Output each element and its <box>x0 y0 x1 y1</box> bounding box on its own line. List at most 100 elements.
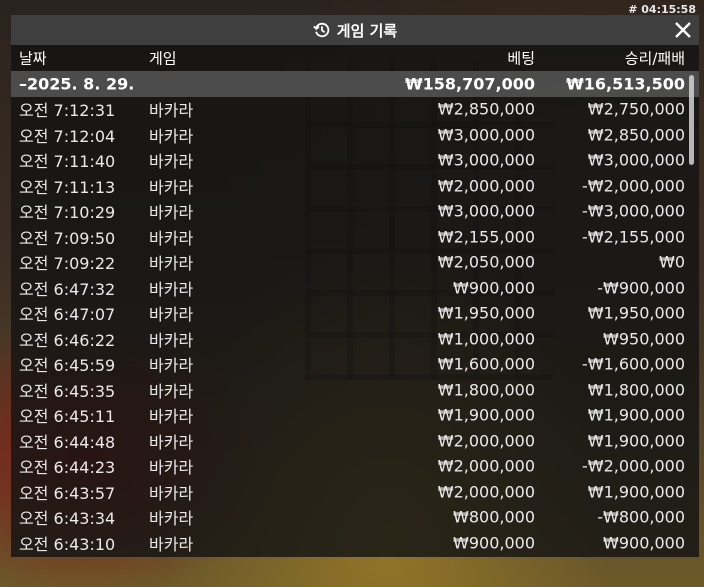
row-result: ₩900,000 <box>603 533 685 553</box>
row-bet: ₩1,000,000 <box>437 329 535 349</box>
row-bet: ₩1,600,000 <box>437 354 535 374</box>
table-row[interactable]: 오전 7:11:40 바카라 ₩3,000,000 ₩3,000,000 <box>11 148 699 174</box>
history-icon <box>313 22 330 38</box>
row-bet: ₩2,000,000 <box>437 431 535 451</box>
date-summary-row[interactable]: –2025. 8. 29. ₩158,707,000 ₩16,513,500 <box>11 71 699 97</box>
row-game: 바카라 <box>149 381 194 401</box>
row-game: 바카라 <box>149 101 194 121</box>
table-row[interactable]: 오전 6:45:11 바카라 ₩1,900,000 ₩1,900,000 <box>11 403 699 429</box>
row-result: -₩800,000 <box>597 507 685 527</box>
row-bet: ₩900,000 <box>453 278 535 298</box>
row-bet: ₩1,900,000 <box>437 405 535 425</box>
row-time: 오전 6:43:10 <box>19 534 116 554</box>
table-row[interactable]: 오전 6:45:59 바카라 ₩1,600,000 -₩1,600,000 <box>11 352 699 378</box>
table-row[interactable]: 오전 7:09:50 바카라 ₩2,155,000 -₩2,155,000 <box>11 224 699 250</box>
scrollbar-thumb[interactable] <box>689 75 694 165</box>
row-bet: ₩3,000,000 <box>437 201 535 221</box>
close-icon[interactable] <box>671 18 695 42</box>
row-game: 바카라 <box>149 177 194 197</box>
row-result: ₩1,950,000 <box>587 303 685 323</box>
row-bet: ₩2,050,000 <box>437 252 535 272</box>
row-time: 오전 6:44:23 <box>19 458 116 478</box>
row-result: ₩1,800,000 <box>587 380 685 400</box>
row-game: 바카라 <box>149 356 194 376</box>
row-game: 바카라 <box>149 458 194 478</box>
table-row[interactable]: 오전 6:47:32 바카라 ₩900,000 -₩900,000 <box>11 275 699 301</box>
column-header-result: 승리/패배 <box>624 49 685 68</box>
row-time: 오전 6:47:07 <box>19 305 116 325</box>
row-game: 바카라 <box>149 203 194 223</box>
row-result: ₩3,000,000 <box>587 150 685 170</box>
row-game: 바카라 <box>149 279 194 299</box>
table-row[interactable]: 오전 6:47:07 바카라 ₩1,950,000 ₩1,950,000 <box>11 301 699 327</box>
panel-titlebar: 게임 기록 <box>11 15 699 45</box>
row-result: ₩1,900,000 <box>587 482 685 502</box>
row-game: 바카라 <box>149 330 194 350</box>
row-result: ₩1,900,000 <box>587 405 685 425</box>
row-bet: ₩2,000,000 <box>437 482 535 502</box>
summary-date: –2025. 8. 29. <box>19 74 135 94</box>
table-row[interactable]: 오전 7:11:13 바카라 ₩2,000,000 -₩2,000,000 <box>11 173 699 199</box>
row-time: 오전 7:10:29 <box>19 203 116 223</box>
row-bet: ₩900,000 <box>453 533 535 553</box>
row-time: 오전 6:45:59 <box>19 356 116 376</box>
row-result: -₩2,155,000 <box>581 227 685 247</box>
row-game: 바카라 <box>149 509 194 529</box>
table-row[interactable]: 오전 6:45:35 바카라 ₩1,800,000 ₩1,800,000 <box>11 377 699 403</box>
row-game: 바카라 <box>149 152 194 172</box>
panel-title: 게임 기록 <box>336 21 398 40</box>
row-time: 오전 7:12:04 <box>19 126 116 146</box>
row-game: 바카라 <box>149 228 194 248</box>
row-time: 오전 6:44:48 <box>19 432 116 452</box>
row-time: 오전 6:43:57 <box>19 483 116 503</box>
row-bet: ₩2,000,000 <box>437 176 535 196</box>
column-header-bet: 베팅 <box>507 49 535 68</box>
row-bet: ₩1,800,000 <box>437 380 535 400</box>
table-row[interactable]: 오전 6:44:48 바카라 ₩2,000,000 ₩1,900,000 <box>11 428 699 454</box>
table-row[interactable]: 오전 7:09:22 바카라 ₩2,050,000 ₩0 <box>11 250 699 276</box>
row-game: 바카라 <box>149 407 194 427</box>
row-bet: ₩800,000 <box>453 507 535 527</box>
row-time: 오전 7:12:31 <box>19 101 116 121</box>
row-game: 바카라 <box>149 534 194 554</box>
table-row[interactable]: 오전 7:10:29 바카라 ₩3,000,000 -₩3,000,000 <box>11 199 699 225</box>
row-result: ₩2,850,000 <box>587 125 685 145</box>
row-time: 오전 6:45:11 <box>19 407 116 427</box>
row-time: 오전 6:45:35 <box>19 381 116 401</box>
row-result: ₩1,900,000 <box>587 431 685 451</box>
table-row[interactable]: 오전 6:43:57 바카라 ₩2,000,000 ₩1,900,000 <box>11 479 699 505</box>
row-game: 바카라 <box>149 483 194 503</box>
column-header-game: 게임 <box>149 49 177 68</box>
row-result: -₩900,000 <box>597 278 685 298</box>
row-game: 바카라 <box>149 305 194 325</box>
row-time: 오전 6:47:32 <box>19 279 116 299</box>
table-row[interactable]: 오전 6:46:22 바카라 ₩1,000,000 ₩950,000 <box>11 326 699 352</box>
game-history-panel: 게임 기록 날짜 게임 베팅 승리/패배 –2025. 8. 29. ₩158,… <box>11 15 699 557</box>
row-game: 바카라 <box>149 126 194 146</box>
table-row[interactable]: 오전 7:12:04 바카라 ₩3,000,000 ₩2,850,000 <box>11 122 699 148</box>
table-header: 날짜 게임 베팅 승리/패배 <box>11 45 699 71</box>
column-header-date: 날짜 <box>19 49 47 68</box>
row-bet: ₩2,000,000 <box>437 456 535 476</box>
row-result: -₩3,000,000 <box>581 201 685 221</box>
row-time: 오전 7:11:13 <box>19 177 116 197</box>
row-result: -₩2,000,000 <box>581 176 685 196</box>
table-row[interactable]: 오전 7:12:31 바카라 ₩2,850,000 ₩2,750,000 <box>11 97 699 123</box>
row-bet: ₩3,000,000 <box>437 150 535 170</box>
row-game: 바카라 <box>149 432 194 452</box>
row-result: -₩1,600,000 <box>581 354 685 374</box>
row-time: 오전 6:43:34 <box>19 509 116 529</box>
row-result: ₩2,750,000 <box>587 99 685 119</box>
row-result: -₩2,000,000 <box>581 456 685 476</box>
row-time: 오전 6:46:22 <box>19 330 116 350</box>
row-time: 오전 7:09:50 <box>19 228 116 248</box>
table-row[interactable]: 오전 6:43:34 바카라 ₩800,000 -₩800,000 <box>11 505 699 531</box>
table-row[interactable]: 오전 6:43:10 바카라 ₩900,000 ₩900,000 <box>11 530 699 556</box>
table-row[interactable]: 오전 6:44:23 바카라 ₩2,000,000 -₩2,000,000 <box>11 454 699 480</box>
row-bet: ₩2,850,000 <box>437 99 535 119</box>
row-result: ₩950,000 <box>603 329 685 349</box>
row-time: 오전 7:09:22 <box>19 254 116 274</box>
history-rows: 오전 7:12:31 바카라 ₩2,850,000 ₩2,750,000 오전 7:12… <box>11 97 699 556</box>
history-table-body: –2025. 8. 29. ₩158,707,000 ₩16,513,500 오… <box>11 71 699 556</box>
row-result: ₩0 <box>659 252 685 272</box>
